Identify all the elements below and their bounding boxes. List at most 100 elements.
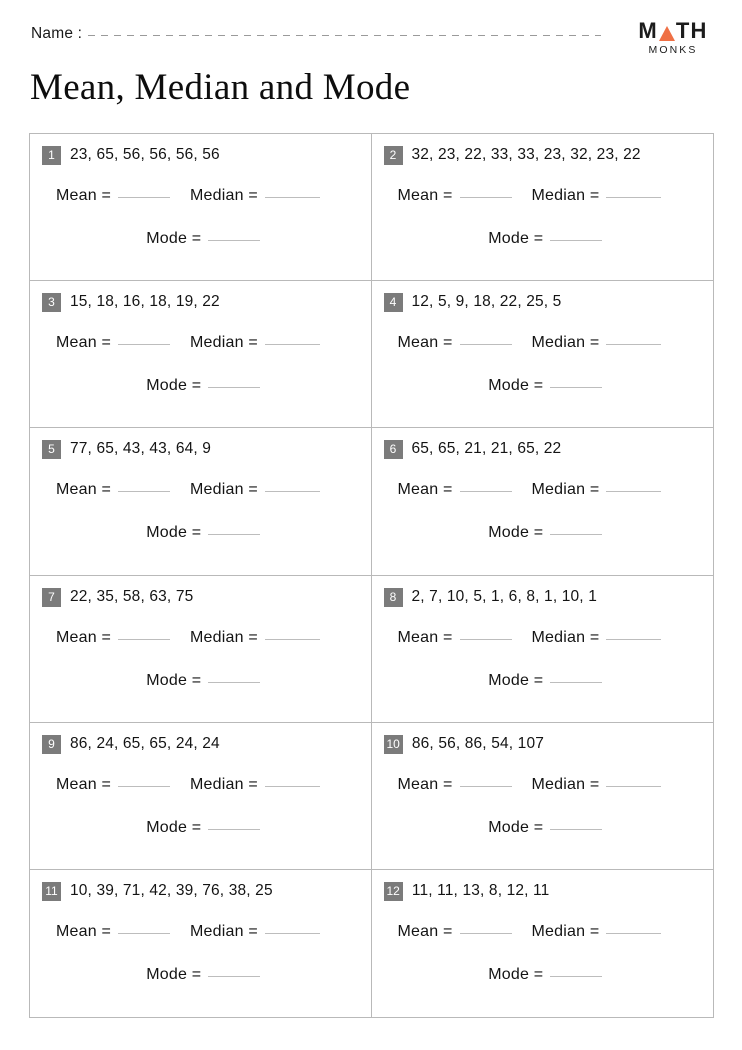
mode-answer: Mode = <box>146 524 261 542</box>
median-blank[interactable] <box>264 491 320 493</box>
median-label: Median = <box>531 334 600 352</box>
mode-blank[interactable] <box>208 534 261 536</box>
mean-answer: Mean = <box>398 481 512 499</box>
mean-blank[interactable] <box>459 197 512 198</box>
mean-label: Mean = <box>56 922 112 940</box>
mode-label: Mode = <box>488 818 544 836</box>
name-input-line[interactable] <box>88 35 601 36</box>
answer-row-mode: Mode = <box>398 524 698 542</box>
mean-answer: Mean = <box>56 334 171 352</box>
mean-label: Mean = <box>56 481 112 499</box>
mean-blank[interactable] <box>118 638 171 640</box>
mode-blank[interactable] <box>550 240 603 241</box>
problem-number-badge: 11 <box>42 881 61 901</box>
mode-blank[interactable] <box>208 240 261 241</box>
median-answer: Median = <box>532 481 662 499</box>
mode-blank[interactable] <box>550 975 603 977</box>
mean-answer: Mean = <box>398 923 512 941</box>
mean-blank[interactable] <box>459 344 512 346</box>
problem-dataset: 23, 65, 56, 56, 56, 56 <box>70 146 220 163</box>
mode-label: Mode = <box>488 524 544 542</box>
answer-block: Mean = Median = Mode = <box>42 776 357 837</box>
mean-blank[interactable] <box>459 932 512 934</box>
problem-number-badge: 6 <box>383 440 403 460</box>
mode-blank[interactable] <box>550 828 603 830</box>
mode-answer: Mode = <box>488 672 603 690</box>
mode-label: Mode = <box>146 377 202 395</box>
median-blank[interactable] <box>264 932 320 934</box>
answer-row-primary: Mean = Median = <box>398 187 698 205</box>
problem-header: 3 15, 18, 16, 18, 19, 22 <box>42 292 357 313</box>
median-label: Median = <box>190 481 258 499</box>
problem-number-badge: 2 <box>383 146 403 165</box>
problem-header: 4 12, 5, 9, 18, 22, 25, 5 <box>383 292 700 313</box>
median-blank[interactable] <box>264 197 320 198</box>
mean-blank[interactable] <box>459 491 512 493</box>
problem-cell: 6 65, 65, 21, 21, 65, 22 Mean = Median = <box>371 428 713 576</box>
mode-blank[interactable] <box>208 681 261 683</box>
problem-header: 10 86, 56, 86, 54, 107 <box>383 734 700 754</box>
problem-number-badge: 8 <box>383 587 403 607</box>
median-label: Median = <box>190 628 258 646</box>
answer-row-mode: Mode = <box>398 966 698 984</box>
median-label: Median = <box>531 187 600 204</box>
logo-wordmark-math: M TH <box>634 20 712 42</box>
median-label: Median = <box>531 775 600 793</box>
mean-answer: Mean = <box>56 187 171 205</box>
mean-answer: Mean = <box>398 776 512 794</box>
mean-answer: Mean = <box>398 629 512 647</box>
mode-blank[interactable] <box>550 387 603 389</box>
mean-blank[interactable] <box>118 491 171 493</box>
mean-label: Mean = <box>397 334 453 352</box>
problem-number-badge: 1 <box>42 146 61 165</box>
mode-blank[interactable] <box>208 387 261 389</box>
median-blank[interactable] <box>606 785 662 787</box>
problem-dataset: 77, 65, 43, 43, 64, 9 <box>70 440 212 458</box>
median-blank[interactable] <box>606 344 662 346</box>
median-answer: Median = <box>532 923 662 941</box>
median-answer: Median = <box>532 187 662 205</box>
problem-header: 6 65, 65, 21, 21, 65, 22 <box>383 439 700 460</box>
median-blank[interactable] <box>606 932 662 934</box>
answer-row-mode: Mode = <box>56 524 355 542</box>
mode-blank[interactable] <box>208 975 261 977</box>
median-answer: Median = <box>190 629 320 647</box>
mean-blank[interactable] <box>118 197 171 198</box>
mode-label: Mode = <box>146 818 202 836</box>
problem-number-badge: 5 <box>42 440 61 460</box>
answer-row-mode: Mode = <box>56 966 355 984</box>
problem-header: 1 23, 65, 56, 56, 56, 56 <box>42 145 357 165</box>
median-blank[interactable] <box>264 785 320 787</box>
mean-label: Mean = <box>56 628 112 646</box>
mean-blank[interactable] <box>118 932 171 934</box>
mode-answer: Mode = <box>488 965 603 984</box>
mode-blank[interactable] <box>550 681 603 683</box>
answer-block: Mean = Median = Mode = <box>42 334 357 395</box>
median-blank[interactable] <box>606 638 662 640</box>
mean-blank[interactable] <box>118 785 171 787</box>
problem-cell: 5 77, 65, 43, 43, 64, 9 Mean = Median = <box>30 428 372 576</box>
median-blank[interactable] <box>264 638 320 640</box>
mode-answer: Mode = <box>146 671 261 690</box>
mean-blank[interactable] <box>459 785 512 787</box>
answer-row-primary: Mean = Median = <box>56 187 355 205</box>
answer-row-mode: Mode = <box>398 377 698 395</box>
median-blank[interactable] <box>264 344 320 346</box>
problem-cell: 1 23, 65, 56, 56, 56, 56 Mean = Median = <box>30 134 372 282</box>
answer-row-primary: Mean = Median = <box>56 334 355 352</box>
median-blank[interactable] <box>606 491 662 493</box>
mode-label: Mode = <box>488 965 544 983</box>
mean-blank[interactable] <box>118 344 171 346</box>
mode-label: Mode = <box>488 377 544 395</box>
mean-answer: Mean = <box>56 922 171 941</box>
problem-cell: 12 11, 11, 13, 8, 12, 11 Mean = Median = <box>372 870 714 1017</box>
median-label: Median = <box>190 187 258 204</box>
mode-blank[interactable] <box>550 534 603 536</box>
median-label: Median = <box>531 481 600 499</box>
answer-row-mode: Mode = <box>56 672 355 690</box>
mode-label: Mode = <box>146 671 202 689</box>
mean-blank[interactable] <box>459 638 512 640</box>
mode-blank[interactable] <box>208 828 261 830</box>
median-blank[interactable] <box>606 197 662 198</box>
mean-label: Mean = <box>56 187 112 204</box>
